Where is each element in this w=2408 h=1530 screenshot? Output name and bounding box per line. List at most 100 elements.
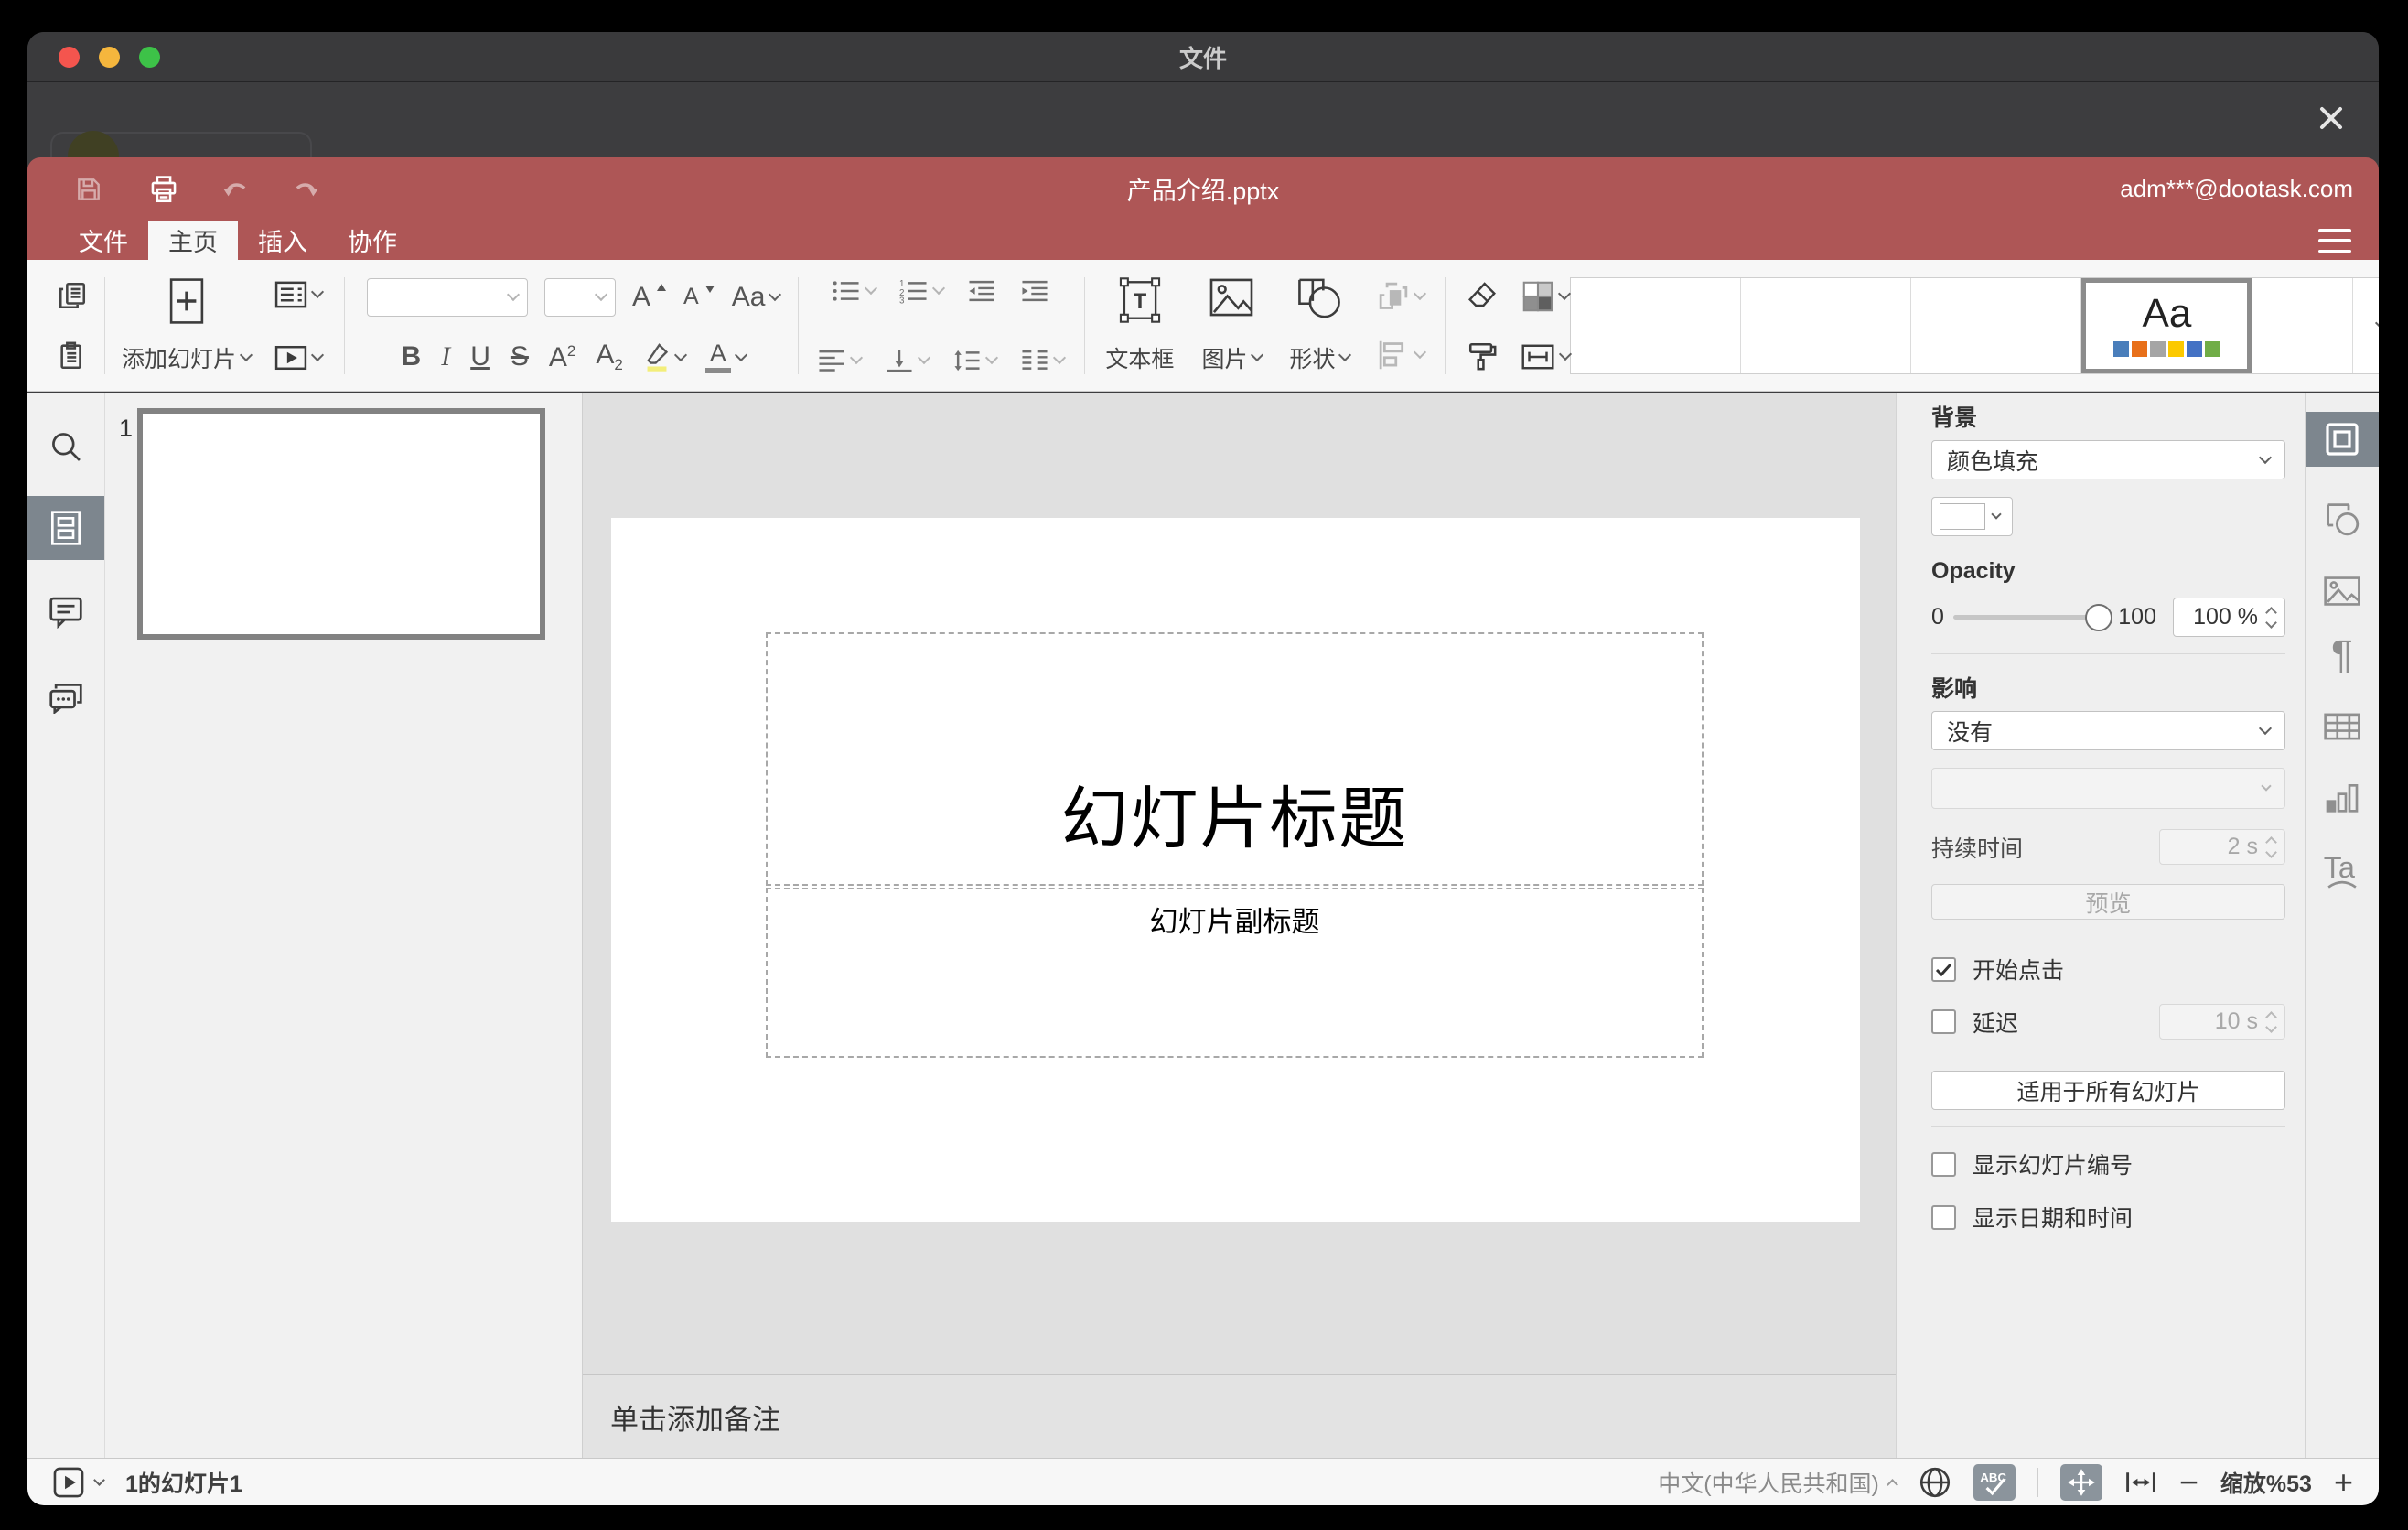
table-settings-icon[interactable] <box>2306 711 2379 742</box>
fit-to-width-icon[interactable] <box>2124 1469 2157 1496</box>
effect-type-select[interactable] <box>1931 768 2285 809</box>
font-size-select[interactable] <box>544 277 617 317</box>
slide-fill-button[interactable] <box>1521 280 1572 313</box>
start-slideshow-status-button[interactable] <box>53 1467 105 1498</box>
preview-button[interactable]: 预览 <box>1931 884 2285 920</box>
theme-option-2[interactable] <box>1741 277 1912 373</box>
theme-option-5[interactable] <box>2252 278 2352 373</box>
slide-layout-group <box>274 280 325 372</box>
slide-layout-button[interactable] <box>274 280 325 309</box>
slide-canvas[interactable]: 幻灯片标题 幻灯片副标题 <box>583 393 1896 1374</box>
increase-font-button[interactable]: A <box>632 283 667 311</box>
search-icon[interactable] <box>27 429 104 464</box>
increase-indent-button[interactable] <box>1020 278 1049 304</box>
bullets-button[interactable] <box>832 278 878 304</box>
arrange-shape-button[interactable] <box>1377 280 1427 313</box>
image-icon[interactable] <box>1209 277 1254 318</box>
eraser-icon[interactable] <box>1466 280 1499 309</box>
slide-settings-icon[interactable] <box>2306 412 2379 467</box>
checkbox-unchecked <box>1931 1151 1956 1177</box>
slide-size-button[interactable] <box>1521 342 1573 372</box>
textbox-button[interactable]: 文本框 <box>1105 341 1174 374</box>
fit-to-slide-icon[interactable] <box>2059 1463 2102 1501</box>
paste-button[interactable] <box>57 340 88 372</box>
image-settings-icon[interactable] <box>2306 575 2379 608</box>
sidebar-item-chat[interactable] <box>27 681 104 714</box>
theme-option-3[interactable] <box>1911 277 2082 373</box>
copy-style-icon[interactable] <box>1467 340 1498 372</box>
add-slide-button[interactable]: 添加幻灯片 <box>122 341 253 374</box>
text-art-settings-icon[interactable]: Ta <box>2306 850 2379 892</box>
style-tools-group <box>1466 280 1499 372</box>
theme-option-1[interactable] <box>1571 277 1742 373</box>
theme-gallery-expand-button[interactable] <box>2352 277 2379 373</box>
opacity-spinner[interactable]: 100 % <box>2173 598 2285 637</box>
spellcheck-icon[interactable]: ABC <box>1973 1463 2016 1501</box>
horizontal-align-button[interactable] <box>817 348 864 373</box>
start-on-click-checkbox[interactable]: 开始点击 <box>1931 953 2285 986</box>
line-spacing-button[interactable] <box>952 348 999 373</box>
tab-file[interactable]: 文件 <box>59 221 148 260</box>
sidebar-item-comments[interactable] <box>27 596 104 629</box>
opacity-slider-knob[interactable] <box>2085 603 2113 631</box>
bold-button[interactable]: B <box>402 343 422 371</box>
subscript-button[interactable]: A2 <box>596 341 622 373</box>
notes-area[interactable]: 单击添加备注 <box>583 1374 1896 1458</box>
editor-header-top-row: 产品介绍.pptx adm***@dootask.com <box>27 157 2379 221</box>
slide-1[interactable]: 幻灯片标题 幻灯片副标题 <box>611 518 1860 1222</box>
effect-select[interactable]: 没有 <box>1931 711 2285 750</box>
start-slideshow-button[interactable] <box>274 344 325 372</box>
opacity-slider[interactable] <box>1952 603 2113 631</box>
change-case-button[interactable]: Aa <box>732 283 782 311</box>
app-window: 文件 产品介绍.pptx adm***@dootask.com 文件 主页 插入… <box>27 32 2379 1505</box>
textbox-icon[interactable]: T <box>1119 276 1161 323</box>
italic-button[interactable]: I <box>441 343 450 371</box>
vertical-align-button[interactable] <box>885 348 931 373</box>
duration-label: 持续时间 <box>1931 835 2024 862</box>
zoom-out-button[interactable]: − <box>2179 1465 2198 1499</box>
menu-icon[interactable] <box>2318 229 2351 253</box>
fill-color-picker[interactable] <box>1931 497 2013 536</box>
image-button[interactable]: 图片 <box>1201 341 1264 374</box>
font-group: A A Aa B I U S A2 A2 A <box>367 277 782 373</box>
background-fill-select[interactable]: 颜色填充 <box>1931 440 2285 479</box>
highlight-color-button[interactable] <box>643 341 687 372</box>
copy-button[interactable] <box>57 280 88 311</box>
language-selector[interactable]: 中文(中华人民共和国) <box>1658 1466 1898 1499</box>
show-date-time-checkbox[interactable]: 显示日期和时间 <box>1931 1201 2285 1234</box>
close-icon[interactable] <box>2313 100 2349 136</box>
align-shape-button[interactable] <box>1377 339 1427 372</box>
theme-option-selected[interactable]: Aa <box>2081 277 2252 373</box>
home-toolbar: 添加幻灯片 A A Aa B I U S A2 A2 A 1 2 3 T 文本框… <box>27 260 2379 392</box>
subtitle-placeholder[interactable]: 幻灯片副标题 <box>766 888 1704 1058</box>
chart-settings-icon[interactable] <box>2306 781 2379 816</box>
title-placeholder[interactable]: 幻灯片标题 <box>766 632 1704 886</box>
superscript-button[interactable]: A2 <box>549 343 575 372</box>
font-name-select[interactable] <box>367 277 529 317</box>
delay-spinner[interactable]: 10 s <box>2159 1004 2285 1040</box>
apply-to-all-slides-button[interactable]: 适用于所有幻灯片 <box>1931 1071 2285 1110</box>
shape-settings-icon[interactable] <box>2306 500 2379 538</box>
decrease-indent-button[interactable] <box>967 278 996 304</box>
duration-spinner[interactable]: 2 s <box>2159 829 2285 865</box>
add-slide-icon[interactable] <box>168 277 205 325</box>
columns-button[interactable] <box>1020 348 1067 373</box>
slide-thumbnail-1[interactable] <box>137 408 545 640</box>
sidebar-item-slides[interactable] <box>27 496 104 560</box>
underline-button[interactable]: U <box>470 343 490 371</box>
font-color-button[interactable]: A <box>704 340 747 373</box>
editor-header: 产品介绍.pptx adm***@dootask.com 文件 主页 插入 协作 <box>27 157 2379 260</box>
zoom-in-button[interactable]: + <box>2334 1465 2353 1499</box>
delay-checkbox[interactable]: 延迟 <box>1931 1006 2018 1039</box>
numbering-button[interactable]: 1 2 3 <box>899 278 946 304</box>
show-slide-number-checkbox[interactable]: 显示幻灯片编号 <box>1931 1148 2285 1180</box>
tab-collaboration[interactable]: 协作 <box>328 221 417 260</box>
shape-icon[interactable] <box>1296 277 1342 319</box>
paragraph-settings-icon[interactable]: ¶ <box>2306 632 2379 678</box>
strikethrough-button[interactable]: S <box>511 343 529 371</box>
tab-insert[interactable]: 插入 <box>238 221 328 260</box>
shape-button[interactable]: 形状 <box>1289 341 1352 374</box>
tab-home[interactable]: 主页 <box>148 221 238 260</box>
decrease-font-button[interactable]: A <box>683 285 715 308</box>
set-language-icon[interactable] <box>1919 1466 1951 1499</box>
